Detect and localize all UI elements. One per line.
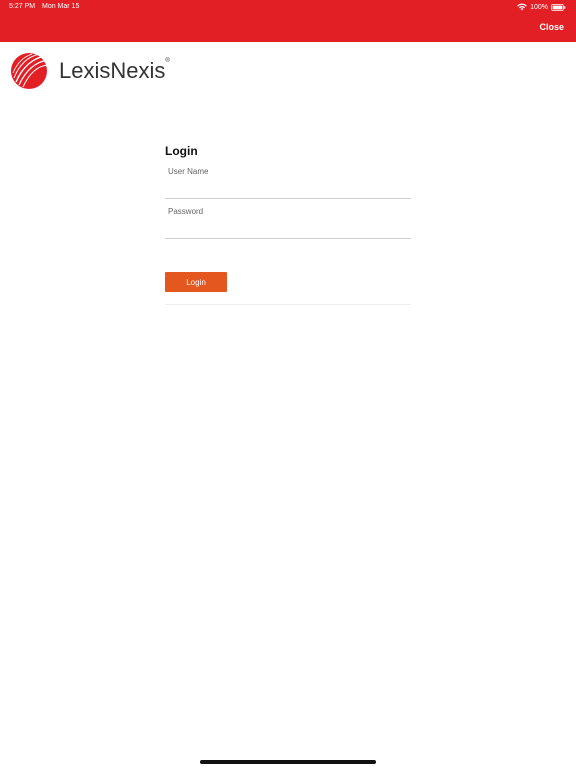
battery-icon: [551, 3, 566, 11]
username-input[interactable]: [168, 184, 408, 196]
username-label: User Name: [168, 167, 209, 176]
battery-percent: 100%: [530, 3, 548, 11]
password-label: Password: [168, 207, 204, 216]
header-bar: 5:27 PM Mon Mar 15 100% Close: [0, 0, 576, 42]
form-divider: [165, 304, 411, 305]
status-date: Mon Mar 15: [42, 3, 80, 10]
home-indicator[interactable]: [200, 760, 376, 764]
login-form: Login User Name Password Login: [165, 144, 411, 305]
status-indicators: 100%: [517, 2, 566, 12]
login-button[interactable]: Login: [165, 272, 227, 292]
lexisnexis-logo: LexisNexis®: [10, 52, 170, 90]
username-field: User Name: [165, 167, 411, 199]
login-title: Login: [165, 144, 198, 158]
wifi-icon: [517, 3, 527, 11]
password-field: Password: [165, 207, 411, 239]
logo-wordmark: LexisNexis®: [59, 58, 170, 83]
lexisnexis-globe-icon: [10, 52, 50, 90]
password-input[interactable]: [168, 224, 408, 236]
status-time: 5:27 PM: [9, 3, 36, 10]
close-button[interactable]: Close: [539, 22, 564, 32]
